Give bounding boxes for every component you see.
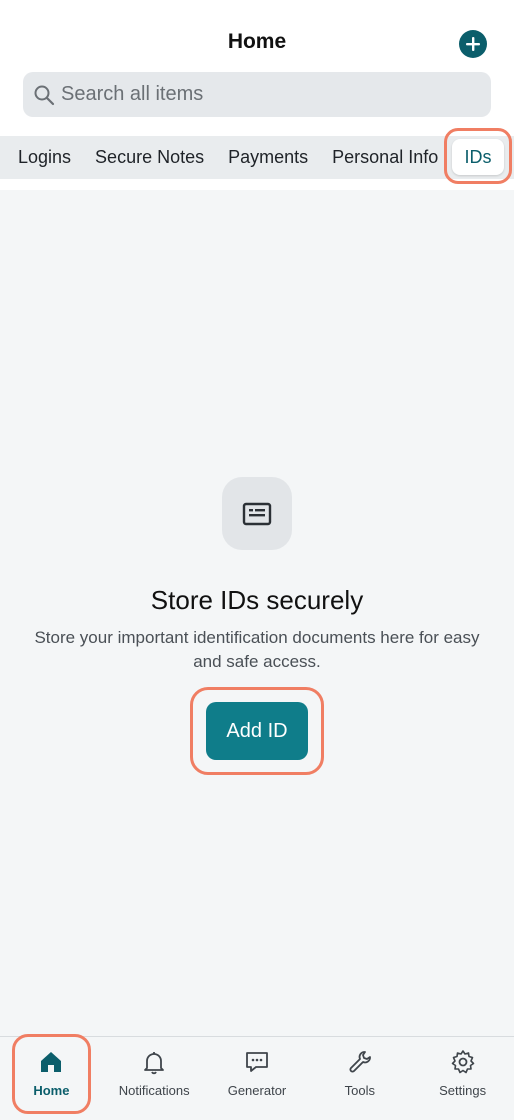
home-icon	[38, 1049, 64, 1075]
nav-settings[interactable]: Settings	[411, 1037, 514, 1120]
chat-generator-icon	[244, 1049, 270, 1075]
empty-state-description: Store your important identification docu…	[34, 628, 480, 671]
nav-home-label: Home	[33, 1083, 70, 1098]
nav-tools-label: Tools	[344, 1083, 375, 1098]
search-icon	[33, 84, 55, 106]
bottom-navigation: Home Notifications Generator Tools Setti…	[0, 1036, 514, 1120]
tab-logins[interactable]: Logins	[6, 136, 83, 179]
top-header: Home Logins Secure Notes Payments Person…	[0, 0, 514, 190]
nav-generator-label: Generator	[227, 1083, 287, 1098]
search-input[interactable]	[61, 83, 461, 106]
tab-personal-info[interactable]: Personal Info	[320, 136, 450, 179]
nav-notifications-label: Notifications	[118, 1083, 190, 1098]
search-bar[interactable]	[23, 72, 491, 117]
wrench-icon	[347, 1049, 373, 1075]
empty-state-icon-container	[222, 477, 292, 550]
nav-tools[interactable]: Tools	[308, 1037, 411, 1120]
add-item-button[interactable]	[459, 30, 487, 58]
page-title: Home	[227, 30, 287, 53]
nav-generator[interactable]: Generator	[206, 1037, 309, 1120]
category-tabs: Logins Secure Notes Payments Personal In…	[0, 136, 514, 179]
plus-icon	[466, 37, 480, 51]
gear-icon	[450, 1049, 476, 1075]
tab-payments[interactable]: Payments	[216, 136, 320, 179]
nav-home[interactable]: Home	[0, 1037, 103, 1120]
tab-ids[interactable]: IDs	[452, 139, 504, 175]
add-id-button[interactable]: Add ID	[206, 702, 308, 760]
nav-settings-label: Settings	[439, 1083, 487, 1098]
tab-secure-notes[interactable]: Secure Notes	[83, 136, 216, 179]
id-card-icon	[242, 502, 272, 525]
empty-state-title: Store IDs securely	[150, 585, 364, 615]
nav-notifications[interactable]: Notifications	[103, 1037, 206, 1120]
bell-icon	[141, 1049, 167, 1075]
